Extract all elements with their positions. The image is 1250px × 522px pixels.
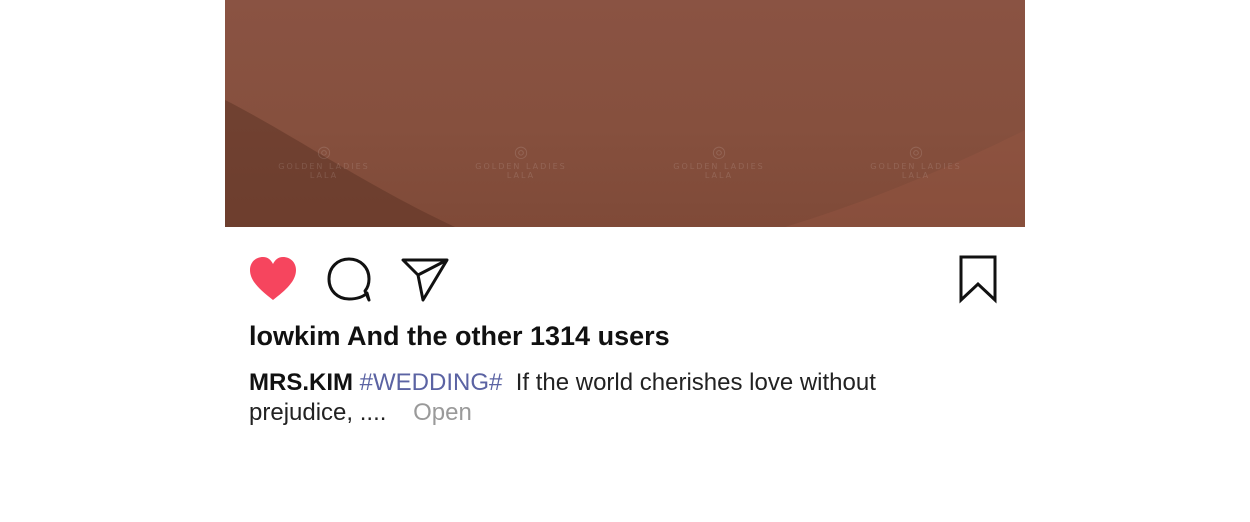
watermark: ◎ GOLDEN LADIES LALA [475, 142, 567, 180]
caption-username[interactable]: MRS.KIM [249, 369, 353, 396]
comment-bubble-icon[interactable] [326, 256, 372, 302]
action-bar [225, 252, 1025, 308]
caption-hashtag[interactable]: #WEDDING# [360, 369, 503, 396]
bookmark-icon[interactable] [958, 254, 998, 304]
heart-icon[interactable] [248, 256, 298, 302]
caption-open-link[interactable]: Open [413, 399, 472, 426]
watermark: ◎ GOLDEN LADIES LALA [870, 142, 962, 180]
post-photo[interactable]: ◎ GOLDEN LADIES LALA ◎ GOLDEN LADIES LAL… [225, 0, 1025, 227]
likes-summary[interactable]: lowkim And the other 1314 users [249, 321, 670, 352]
watermark: ◎ GOLDEN LADIES LALA [673, 142, 765, 180]
post-card: ◎ GOLDEN LADIES LALA ◎ GOLDEN LADIES LAL… [225, 0, 1025, 522]
post-caption: MRS.KIM #WEDDING# If the world cherishes… [249, 368, 949, 428]
watermark: ◎ GOLDEN LADIES LALA [278, 142, 370, 180]
paper-plane-icon[interactable] [401, 256, 449, 302]
